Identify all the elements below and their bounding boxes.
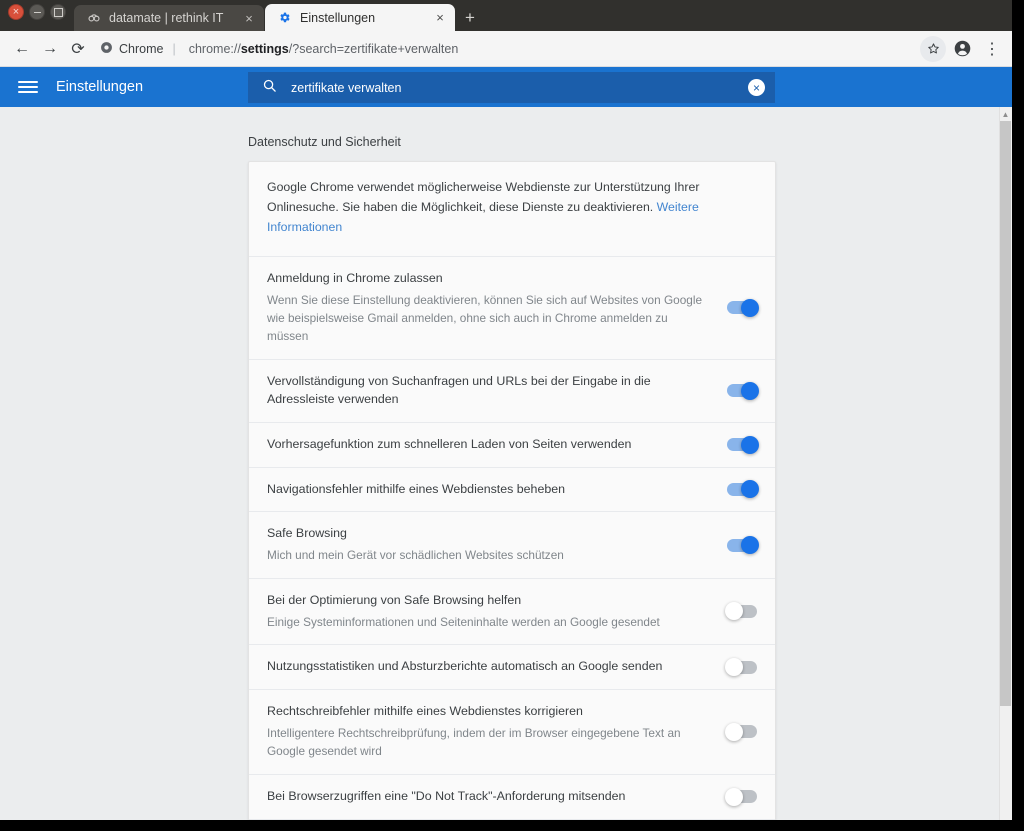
toggle-knob: [741, 480, 759, 499]
settings-row: Nutzungsstatistiken und Absturzberichte …: [249, 645, 775, 690]
row-text: Anmeldung in Chrome zulassen Wenn Sie die…: [267, 270, 727, 346]
toggle-knob: [741, 381, 759, 400]
tab-close-icon[interactable]: ×: [242, 11, 256, 26]
row-text: Safe Browsing Mich und mein Gerät vor sch…: [267, 525, 727, 564]
settings-header: Einstellungen zertifikate verwalten ×: [0, 67, 1012, 107]
row-text: Navigationsfehler mithilfe eines Webdien…: [267, 481, 727, 499]
back-icon[interactable]: ←: [8, 35, 36, 63]
link-icon: [86, 11, 101, 26]
intro-text: Google Chrome verwendet möglicherweise W…: [267, 180, 700, 214]
tab-strip: datamate | rethink IT × Einstellungen × …: [0, 0, 1012, 31]
row-title: Bei Browserzugriffen eine "Do Not Track"…: [267, 788, 626, 803]
window-close-button[interactable]: [8, 4, 24, 20]
toggle-switch-off[interactable]: [725, 602, 757, 621]
url-prefix: chrome://: [188, 41, 241, 56]
toggle-knob: [725, 602, 743, 621]
row-title: Rechtschreibfehler mithilfe eines Webdie…: [267, 704, 583, 718]
row-title: Nutzungsstatistiken und Absturzberichte …: [267, 659, 663, 674]
search-input[interactable]: zertifikate verwalten: [291, 81, 734, 95]
settings-row: Vervollständigung von Suchanfragen und U…: [249, 360, 775, 423]
toolbar-actions: ⋮: [920, 35, 1006, 63]
scroll-up-arrow-icon[interactable]: ▲: [1000, 108, 1011, 120]
toggle-switch-off[interactable]: [725, 787, 757, 806]
toggle-switch-off[interactable]: [725, 722, 757, 741]
row-text: Vervollständigung von Suchanfragen und U…: [267, 373, 727, 409]
privacy-card: Google Chrome verwendet möglicherweise W…: [248, 161, 776, 820]
bookmark-star-icon[interactable]: [920, 35, 946, 62]
row-title: Anmeldung in Chrome zulassen: [267, 270, 443, 285]
toggle-switch-on[interactable]: [727, 381, 759, 400]
row-text: Bei der Optimierung von Safe Browsing he…: [267, 592, 727, 631]
row-title: Vorhersagefunktion zum schnelleren Laden…: [267, 436, 632, 451]
omnibox-url: chrome://settings/?search=zertifikate+ve…: [189, 42, 459, 56]
url-bold: settings: [240, 41, 289, 56]
tab-datamate[interactable]: datamate | rethink IT ×: [74, 5, 264, 31]
address-bar[interactable]: Chrome | chrome://settings/?search=zerti…: [100, 36, 914, 62]
browser-window: datamate | rethink IT × Einstellungen × …: [0, 0, 1012, 820]
settings-row: Anmeldung in Chrome zulassen Wenn Sie die…: [249, 257, 775, 360]
settings-page-title: Einstellungen: [56, 79, 144, 95]
toggle-switch-on[interactable]: [727, 298, 759, 317]
toggle-knob: [725, 658, 743, 676]
row-text: Bei Browserzugriffen eine "Do Not Track"…: [267, 788, 727, 806]
toggle-knob: [741, 298, 759, 317]
clear-search-icon[interactable]: ×: [748, 79, 765, 96]
row-title: Navigationsfehler mithilfe eines Webdien…: [267, 481, 566, 496]
reload-icon[interactable]: ⟳: [64, 35, 92, 63]
scrollbar-thumb[interactable]: [1000, 121, 1011, 706]
vertical-scrollbar[interactable]: ▲: [999, 107, 1012, 820]
settings-search-box[interactable]: zertifikate verwalten ×: [248, 72, 775, 103]
chrome-label: Chrome: [119, 41, 164, 56]
row-title: Bei der Optimierung von Safe Browsing he…: [267, 592, 522, 607]
window-minimize-button[interactable]: [29, 4, 45, 20]
gear-icon: [277, 10, 292, 25]
row-subtitle: Einige Systeminformationen und Seiteninh…: [267, 614, 660, 629]
row-subtitle: Wenn Sie diese Einstellung deaktivieren,…: [267, 292, 702, 344]
privacy-intro: Google Chrome verwendet möglicherweise W…: [249, 162, 775, 257]
window-maximize-button[interactable]: [50, 4, 66, 20]
settings-row: Rechtschreibfehler mithilfe eines Webdie…: [249, 690, 775, 775]
tab-title: datamate | rethink IT: [109, 11, 224, 25]
forward-icon[interactable]: →: [36, 35, 64, 63]
settings-content: Datenschutz und Sicherheit Google Chrome…: [0, 107, 1012, 820]
row-text: Nutzungsstatistiken und Absturzberichte …: [267, 658, 727, 676]
hamburger-icon[interactable]: [18, 81, 38, 93]
settings-row: Safe Browsing Mich und mein Gerät vor sch…: [249, 512, 775, 579]
tab-einstellungen[interactable]: Einstellungen ×: [265, 4, 455, 31]
row-title: Safe Browsing: [267, 526, 347, 541]
settings-column: Datenschutz und Sicherheit Google Chrome…: [248, 107, 776, 820]
toggle-knob: [725, 722, 743, 741]
row-title: Vervollständigung von Suchanfragen und U…: [267, 373, 651, 406]
tab-title: Einstellungen: [300, 10, 376, 25]
profile-avatar-icon[interactable]: [948, 35, 976, 63]
chrome-logo-icon: [100, 41, 113, 57]
row-text: Vorhersagefunktion zum schnelleren Laden…: [267, 436, 727, 454]
row-text: Rechtschreibfehler mithilfe eines Webdie…: [267, 703, 727, 761]
tab-close-icon[interactable]: ×: [433, 10, 447, 25]
screen-root: datamate | rethink IT × Einstellungen × …: [0, 0, 1024, 831]
browser-toolbar: ← → ⟳ Chrome | chrome://settings/?search…: [0, 31, 1012, 67]
settings-row: Navigationsfehler mithilfe eines Webdien…: [249, 468, 775, 513]
settings-row: Vorhersagefunktion zum schnelleren Laden…: [249, 423, 775, 468]
settings-row: Bei Browserzugriffen eine "Do Not Track"…: [249, 775, 775, 820]
new-tab-button[interactable]: +: [456, 5, 484, 31]
toggle-switch-on[interactable]: [727, 435, 759, 454]
toggle-knob: [725, 787, 743, 806]
window-controls: [4, 0, 74, 31]
omnibox-divider: |: [172, 41, 176, 56]
chrome-menu-icon[interactable]: ⋮: [978, 35, 1006, 63]
toggle-switch-on[interactable]: [727, 536, 759, 555]
search-icon: [262, 78, 277, 98]
row-subtitle: Intelligentere Rechtschreibprüfung, inde…: [267, 725, 681, 759]
settings-rows: Anmeldung in Chrome zulassen Wenn Sie die…: [249, 257, 775, 820]
toggle-knob: [741, 435, 759, 454]
row-subtitle: Mich und mein Gerät vor schädlichen Webs…: [267, 548, 564, 563]
toggle-switch-off[interactable]: [725, 658, 757, 676]
section-title: Datenschutz und Sicherheit: [248, 135, 401, 149]
toggle-switch-on[interactable]: [727, 480, 759, 499]
toggle-knob: [741, 536, 759, 555]
settings-row: Bei der Optimierung von Safe Browsing he…: [249, 579, 775, 646]
url-suffix: /?search=zertifikate+verwalten: [288, 41, 459, 56]
chrome-product-chip: Chrome: [100, 41, 163, 57]
